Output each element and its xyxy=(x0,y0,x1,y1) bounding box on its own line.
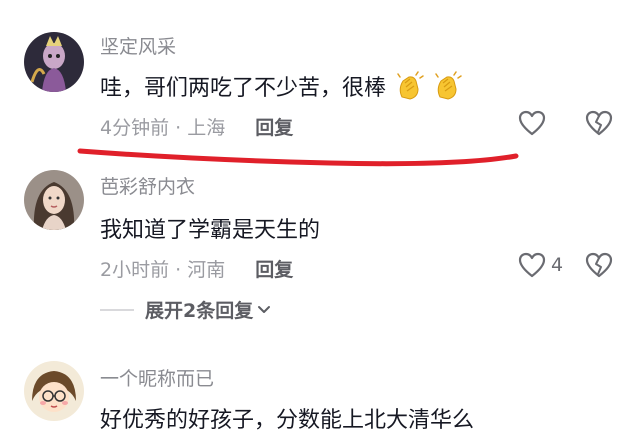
like-count: 4 xyxy=(551,254,564,276)
dislike-button[interactable] xyxy=(584,108,614,138)
avatar[interactable] xyxy=(24,170,84,230)
comment-text: 好优秀的好孩子，分数能上北大清华么 xyxy=(100,402,474,434)
time-location: 2小时前 · 河南 xyxy=(100,259,226,281)
broken-heart-icon xyxy=(585,252,613,278)
comment-text: 哇，哥们两吃了不少苦，很棒 xyxy=(100,70,462,102)
broken-heart-icon xyxy=(585,110,613,136)
comment-meta: 2小时前 · 河南 回复 xyxy=(100,255,293,282)
heart-icon xyxy=(518,252,546,278)
dislike-button[interactable] xyxy=(584,250,614,280)
time-location: 4分钟前 · 上海 xyxy=(100,117,226,139)
clapping-hands-icon xyxy=(432,71,462,101)
like-button[interactable] xyxy=(517,108,547,138)
avatar[interactable] xyxy=(24,361,84,421)
like-button[interactable]: 4 xyxy=(517,250,563,280)
heart-icon xyxy=(518,110,546,136)
expand-divider xyxy=(100,309,134,311)
comment-text-content: 好优秀的好孩子，分数能上北大清华么 xyxy=(100,408,475,433)
expand-replies-button[interactable]: 展开2条回复 xyxy=(145,296,271,323)
comment-text-content: 我知道了学霸是天生的 xyxy=(100,218,321,243)
comment-meta: 4分钟前 · 上海 回复 xyxy=(100,113,293,140)
expand-replies-label: 展开2条回复 xyxy=(145,300,254,322)
username[interactable]: 一个昵称而已 xyxy=(100,364,214,391)
reply-button[interactable]: 回复 xyxy=(255,113,293,140)
username[interactable]: 芭彩舒内衣 xyxy=(100,172,195,199)
comment-text-content: 哇，哥们两吃了不少苦，很棒 xyxy=(100,76,387,101)
clapping-hands-icon xyxy=(394,71,424,101)
reply-button[interactable]: 回复 xyxy=(255,255,293,282)
avatar[interactable] xyxy=(24,32,84,92)
comment-text: 我知道了学霸是天生的 xyxy=(100,212,320,244)
username[interactable]: 坚定风采 xyxy=(100,32,176,59)
chevron-down-icon xyxy=(258,305,271,313)
